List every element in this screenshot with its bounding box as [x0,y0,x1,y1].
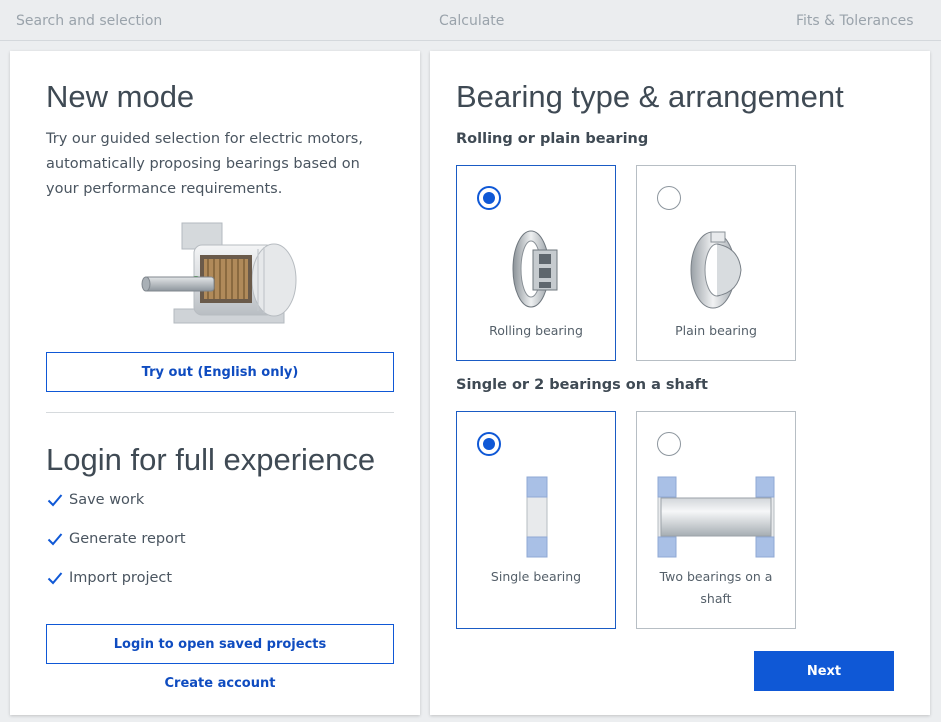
rolling-bearing-icon [512,230,558,308]
option-rolling-bearing[interactable]: Rolling bearing [456,165,616,361]
right-panel: Bearing type & arrangement Rolling or pl… [430,51,930,715]
bearing-type-title: Bearing type & arrangement [456,79,844,114]
next-button[interactable]: Next [754,651,894,691]
checkmark-icon [47,533,63,546]
left-panel: New mode Try our guided selection for el… [10,51,420,715]
tab-search-and-selection[interactable]: Search and selection [16,13,162,29]
checkmark-icon [47,572,63,585]
benefit-generate-report: Generate report [47,531,186,547]
benefit-label: Save work [69,492,145,508]
benefit-save-work: Save work [47,492,144,508]
new-mode-description: Try our guided selection for electric mo… [46,131,363,197]
radio-button[interactable] [657,186,681,210]
single-bearing-icon [526,476,548,558]
benefit-import-project: Import project [47,570,172,586]
tab-fits-and-tolerances[interactable]: Fits & Tolerances [796,13,914,29]
tab-calculate[interactable]: Calculate [439,13,504,29]
new-mode-title: New mode [46,79,195,114]
try-out-button[interactable]: Try out (English only) [46,352,394,392]
login-title: Login for full experience [46,442,376,477]
option-label: Plain bearing [675,323,757,338]
option-label: Rolling bearing [489,323,583,338]
radio-button[interactable] [657,432,681,456]
checkmark-icon [47,494,63,507]
electric-motor-image [134,221,299,333]
login-open-projects-button[interactable]: Login to open saved projects [46,624,394,664]
single-or-two-label: Single or 2 bearings on a shaft [456,377,708,393]
option-label: Single bearing [490,569,582,584]
plain-bearing-icon [690,231,742,309]
top-navigation: Search and selection Calculate Fits & To… [0,0,941,41]
radio-button[interactable] [477,432,501,456]
option-two-bearings[interactable]: Two bearings on a shaft [636,411,796,629]
create-account-link[interactable]: Create account [46,676,394,691]
section-divider [46,412,394,413]
option-plain-bearing[interactable]: Plain bearing [636,165,796,361]
option-label: Two bearings on a shaft [659,569,773,606]
two-bearings-shaft-icon [657,476,775,558]
radio-button[interactable] [477,186,501,210]
option-single-bearing[interactable]: Single bearing [456,411,616,629]
benefit-label: Import project [69,570,173,586]
benefit-label: Generate report [69,531,186,547]
rolling-or-plain-label: Rolling or plain bearing [456,131,649,147]
